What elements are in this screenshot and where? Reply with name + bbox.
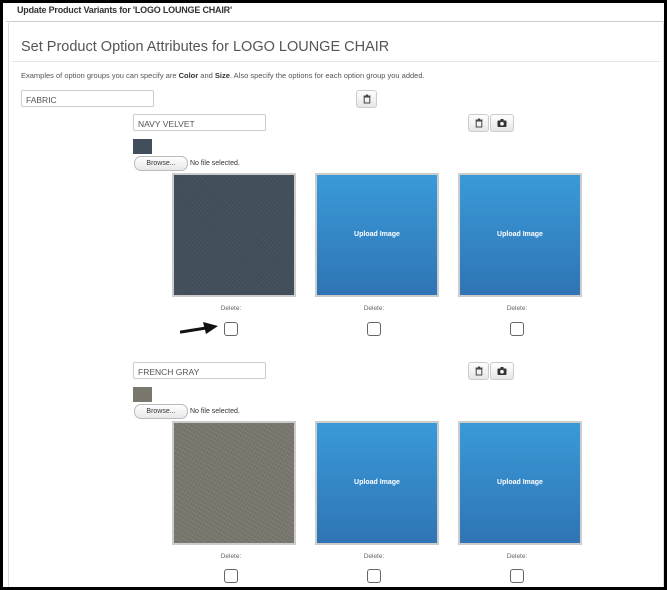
delete-checkbox[interactable] (510, 322, 524, 336)
arrow-pointer-icon (180, 322, 218, 334)
option-input-french-gray[interactable]: FRENCH GRAY (133, 362, 266, 379)
product-image-navy-velvet[interactable] (172, 173, 296, 297)
trash-icon (475, 366, 482, 376)
help-suffix: . Also specify the options for each opti… (229, 71, 425, 80)
help-and: and (198, 71, 215, 80)
upload-photo-button[interactable] (490, 114, 514, 132)
delete-option-button[interactable] (468, 114, 489, 132)
camera-icon (497, 119, 507, 127)
delete-label: Delete: (220, 305, 242, 312)
color-swatch (133, 139, 152, 154)
delete-label: Delete: (220, 553, 242, 560)
upload-image-label: Upload Image (497, 231, 543, 238)
browse-button[interactable]: Browse... (134, 404, 188, 419)
upload-image-slot[interactable]: Upload Image (315, 173, 439, 297)
help-color: Color (178, 71, 199, 80)
page-title: Set Product Option Attributes for LOGO L… (21, 39, 390, 55)
delete-label: Delete: (363, 553, 385, 560)
window-title: Update Product Variants for 'LOGO LOUNGE… (17, 5, 232, 15)
help-text: Examples of option groups you can specif… (21, 71, 425, 80)
window-title-bar: Update Product Variants for 'LOGO LOUNGE… (6, 3, 664, 22)
trash-icon (475, 118, 482, 128)
upload-image-label: Upload Image (497, 479, 543, 486)
delete-option-button[interactable] (468, 362, 489, 380)
delete-checkbox[interactable] (367, 322, 381, 336)
app-window: Update Product Variants for 'LOGO LOUNGE… (0, 0, 667, 590)
delete-label: Delete: (506, 553, 528, 560)
upload-image-slot[interactable]: Upload Image (458, 173, 582, 297)
delete-label: Delete: (506, 305, 528, 312)
option-input-navy-velvet[interactable]: NAVY VELVET (133, 114, 266, 131)
trash-icon (363, 94, 370, 104)
delete-checkbox[interactable] (224, 322, 238, 336)
delete-label: Delete: (363, 305, 385, 312)
upload-image-slot[interactable]: Upload Image (315, 421, 439, 545)
option-group-input[interactable]: FABRIC (21, 90, 154, 107)
help-size: Size (214, 71, 230, 80)
delete-checkbox[interactable] (510, 569, 524, 583)
delete-checkbox[interactable] (367, 569, 381, 583)
delete-checkbox[interactable] (224, 569, 238, 583)
upload-image-slot[interactable]: Upload Image (458, 421, 582, 545)
upload-image-label: Upload Image (354, 479, 400, 486)
help-prefix: Examples of option groups you can specif… (21, 71, 179, 80)
file-status: No file selected. (190, 408, 240, 415)
product-image-french-gray[interactable] (172, 421, 296, 545)
color-swatch (133, 387, 152, 402)
divider (12, 61, 660, 62)
upload-photo-button[interactable] (490, 362, 514, 380)
camera-icon (497, 367, 507, 375)
file-status: No file selected. (190, 160, 240, 167)
upload-image-label: Upload Image (354, 231, 400, 238)
browse-button[interactable]: Browse... (134, 156, 188, 171)
delete-option-group-button[interactable] (356, 90, 377, 108)
